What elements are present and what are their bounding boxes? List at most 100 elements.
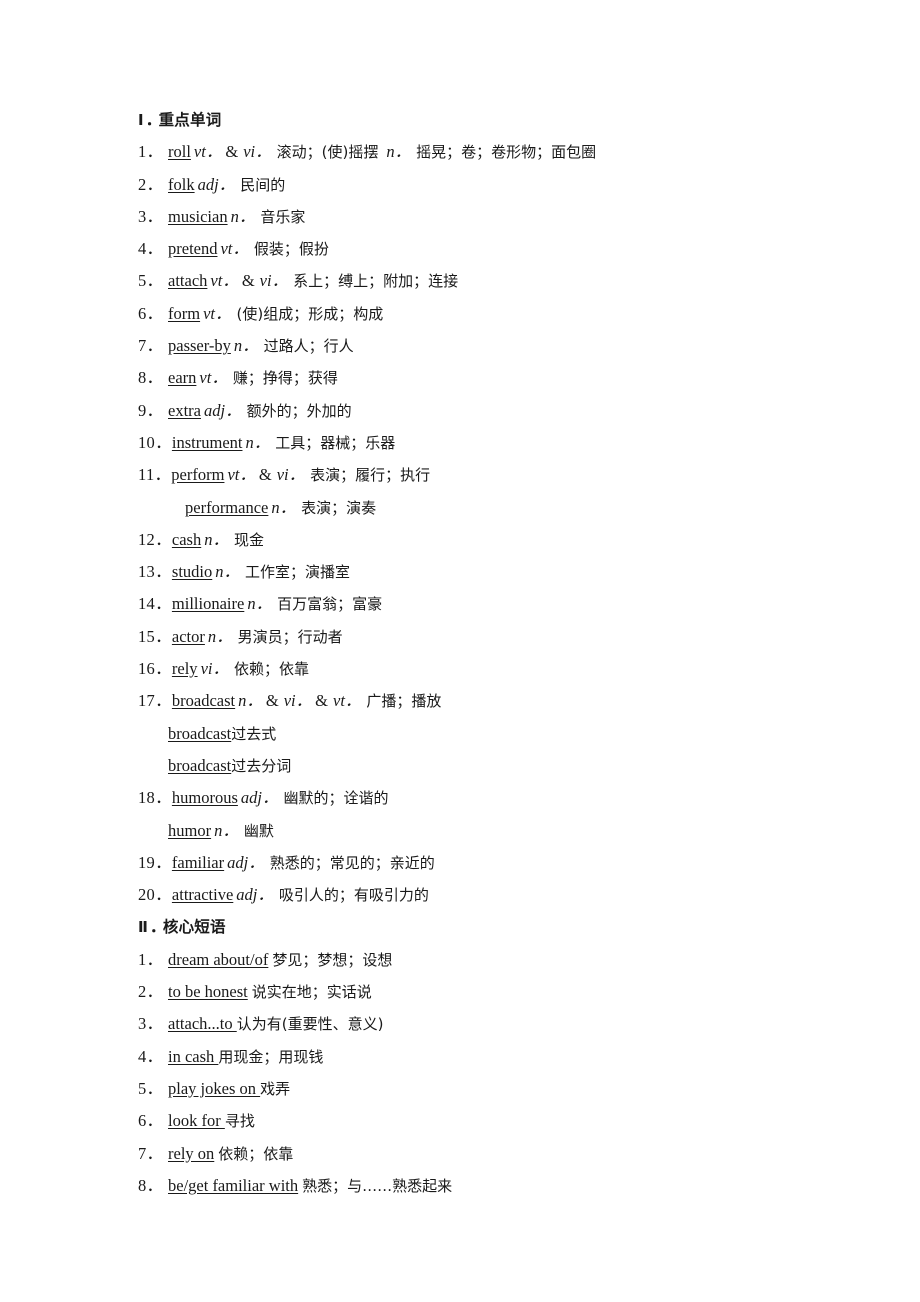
entry-body: musician n． 音乐家	[168, 201, 305, 233]
headword: perform	[171, 465, 225, 485]
entry-number: 13．	[138, 562, 172, 582]
headword: cash	[171, 529, 202, 549]
vocabulary-subentry: broadcast过去分词	[138, 750, 920, 782]
section-title: 重点单词	[158, 111, 222, 129]
definition: 幽默的；诠谐的	[283, 789, 389, 808]
entry-body: familiar adj． 熟悉的；常见的；亲近的	[172, 847, 435, 879]
definition: 音乐家	[260, 207, 306, 226]
definition: 现金	[233, 530, 264, 549]
entry-body: pretend vt． 假装；假扮	[168, 233, 329, 265]
entry-body: attractive adj． 吸引人的；有吸引力的	[172, 879, 429, 911]
entry-number: 6．	[138, 303, 164, 323]
definition: 说实在地；实话说	[251, 983, 372, 1002]
phrase-entry: 5． play jokes on 戏弄	[138, 1073, 920, 1105]
subentry-body: broadcast过去分词	[168, 750, 291, 782]
definition: 滚动；(使)摇摆	[276, 143, 379, 162]
part-of-speech: vt．	[193, 142, 223, 162]
derived-form: humor	[168, 820, 212, 840]
section-numeral: Ⅰ	[138, 112, 145, 129]
entry-number: 4．	[138, 239, 164, 259]
vocabulary-entry: 2． folk adj． 民间的	[138, 169, 920, 201]
vocabulary-entry: 18． humorous adj． 幽默的；诠谐的	[138, 782, 920, 814]
ampersand-2: &	[315, 691, 328, 711]
entry-body: instrument n． 工具；器械；乐器	[172, 427, 395, 459]
definition: 工具；器械；乐器	[275, 433, 396, 452]
phrase-entry: 2． to be honest 说实在地；实话说	[138, 976, 920, 1008]
entry-number: 5．	[138, 1078, 164, 1098]
ampersand: &	[258, 465, 272, 485]
part-of-speech: vt．	[203, 303, 232, 323]
entry-body: broadcast n． & vi． & vt． 广播；播放	[172, 685, 442, 717]
subentry-body: humor n． 幽默	[168, 815, 274, 847]
entry-body: cash n． 现金	[172, 524, 264, 556]
phrase-entry: 7． rely on 依赖；依靠	[138, 1138, 920, 1170]
derived-form: performance	[185, 497, 269, 517]
vocabulary-entry: 7． passer-by n． 过路人；行人	[138, 330, 920, 362]
entry-number: 12．	[138, 529, 172, 549]
entry-body: millionaire n． 百万富翁；富豪	[172, 588, 382, 620]
entry-body: roll vt． & vi． 滚动；(使)摇摆 n． 摇晃；卷；卷形物；面包圈	[168, 136, 596, 168]
part-of-speech: n．	[207, 626, 233, 646]
entry-number: 7．	[138, 1143, 164, 1163]
entry-number: 10．	[138, 432, 172, 452]
definition: 用现金；用现钱	[218, 1047, 324, 1066]
form-label: 过去分词	[231, 756, 292, 775]
phrase-entry: 8． be/get familiar with 熟悉；与……熟悉起来	[138, 1170, 920, 1202]
entry-number: 8．	[138, 1175, 164, 1195]
phrase-text: in cash	[168, 1046, 219, 1066]
entry-body: attach...to 认为有(重要性、意义)	[168, 1008, 383, 1040]
vocabulary-entry: 10． instrument n． 工具；器械；乐器	[138, 427, 920, 459]
headword: pretend	[168, 239, 218, 259]
headword: humorous	[171, 788, 238, 808]
part-of-speech: adj．	[197, 174, 236, 194]
part-of-speech: adj．	[236, 885, 274, 905]
entry-body: dream about/of 梦见；梦想；设想	[168, 944, 392, 976]
part-of-speech: vt．	[227, 465, 256, 485]
entry-body: rely vi． 依赖；依靠	[172, 653, 309, 685]
part-of-speech-2: vi．	[276, 465, 306, 485]
vocabulary-subentry: broadcast过去式	[138, 718, 920, 750]
headword: familiar	[171, 852, 225, 872]
entry-number: 6．	[138, 1111, 164, 1131]
part-of-speech-2: vi．	[283, 691, 313, 711]
section-title: 核心短语	[162, 918, 226, 937]
vocabulary-entry: 5． attach vt． & vi． 系上；缚上；附加；连接	[138, 265, 920, 297]
part-of-speech: vt．	[220, 239, 249, 259]
definition: 认为有(重要性、意义)	[236, 1015, 384, 1034]
entry-number: 7．	[138, 336, 164, 356]
definition: (使)组成；形成；构成	[236, 304, 384, 323]
vocabulary-entry: 4． pretend vt． 假装；假扮	[138, 233, 920, 265]
definition: 熟悉的；常见的；亲近的	[269, 853, 435, 872]
headword: millionaire	[171, 594, 245, 614]
headword: earn	[168, 368, 197, 388]
definition: 表演；演奏	[301, 498, 377, 517]
section-numeral: Ⅱ	[138, 919, 149, 937]
definition: 民间的	[240, 175, 286, 194]
headword: rely	[171, 659, 198, 679]
definition: 男演员；行动者	[237, 627, 343, 646]
headword: form	[168, 303, 201, 323]
vocabulary-entry: 3． musician n． 音乐家	[138, 201, 920, 233]
entry-number: 8．	[138, 368, 164, 388]
vocabulary-entry: 20． attractive adj． 吸引人的；有吸引力的	[138, 879, 920, 911]
entry-number: 2．	[138, 174, 164, 194]
part-of-speech: adj．	[240, 788, 279, 808]
vocabulary-entry: 13． studio n． 工作室；演播室	[138, 556, 920, 588]
derived-form: broadcast	[168, 755, 232, 775]
entry-number: 4．	[138, 1046, 164, 1066]
entry-number: 3．	[138, 206, 164, 226]
part-of-speech: n．	[233, 336, 259, 356]
part-of-speech: n．	[271, 497, 297, 517]
subentry-body: broadcast过去式	[168, 718, 276, 750]
entry-number: 18．	[138, 788, 172, 808]
entry-number: 15．	[138, 626, 172, 646]
definition: 幽默	[243, 821, 274, 840]
entry-body: attach vt． & vi． 系上；缚上；附加；连接	[168, 265, 458, 297]
entry-body: in cash 用现金；用现钱	[168, 1041, 323, 1073]
definition: 百万富翁；富豪	[277, 595, 383, 614]
headword: broadcast	[171, 691, 236, 711]
vocabulary-entry: 11． perform vt． & vi． 表演；履行；执行	[138, 459, 920, 491]
headword: roll	[168, 142, 191, 162]
entry-body: form vt． (使)组成；形成；构成	[168, 298, 383, 330]
vocabulary-subentry: humor n． 幽默	[138, 815, 920, 847]
